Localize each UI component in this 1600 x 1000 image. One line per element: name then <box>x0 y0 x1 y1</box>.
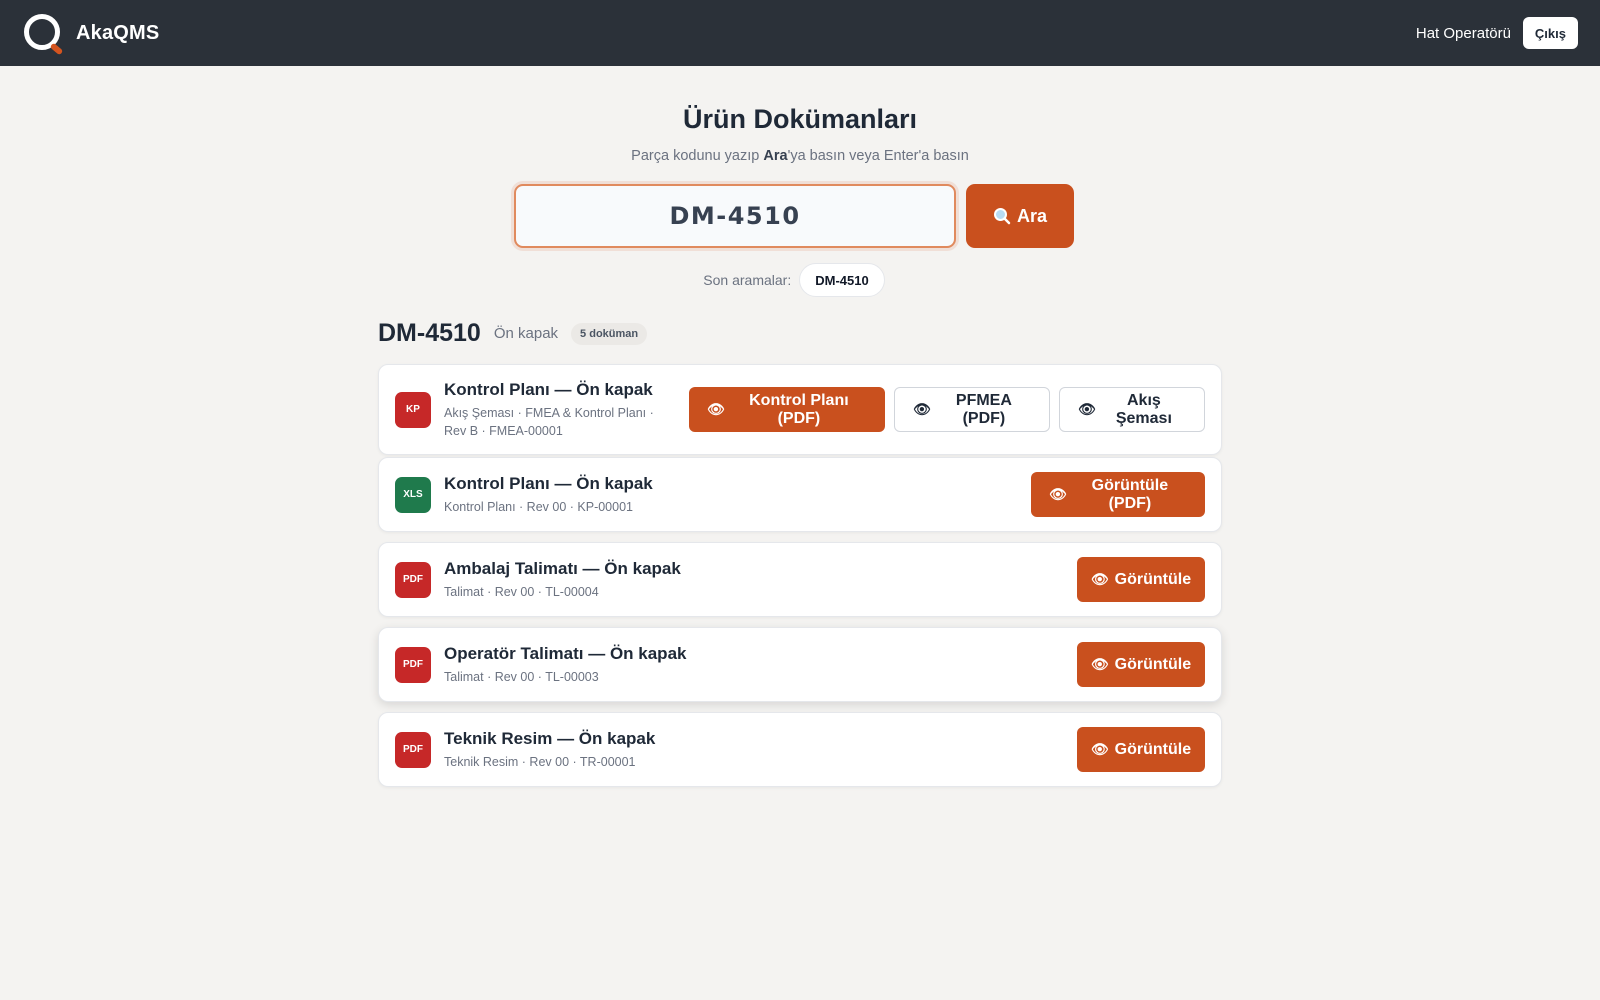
document-count-badge: 5 doküman <box>571 322 648 345</box>
logo-icon <box>24 14 64 56</box>
document-card: PDF Operatör Talimatı — Ön kapak Talimat… <box>378 627 1222 702</box>
doc-info: Kontrol Planı — Ön kapak Kontrol Planı ·… <box>444 474 1031 516</box>
view-control-plan-pdf-button[interactable]: 👁 Kontrol Planı (PDF) <box>689 387 885 432</box>
eye-icon: 👁 <box>1090 571 1109 587</box>
document-card: PDF Ambalaj Talimatı — Ön kapak Talimat … <box>378 542 1222 617</box>
recent-searches-label: Son aramalar: <box>703 272 792 288</box>
search-icon <box>993 208 1011 225</box>
button-label: Görüntüle (PDF) <box>1091 476 1169 512</box>
doc-meta: Talimat · Rev 00 · TL-00004 <box>444 584 599 599</box>
doc-title: Kontrol Planı — Ön kapak <box>444 379 653 399</box>
subtitle-bold: Ara <box>763 148 788 164</box>
brand-name: AkaQMS <box>76 21 160 44</box>
doc-meta: Talimat · Rev 00 · TL-00003 <box>444 669 599 684</box>
doc-actions: 👁 Kontrol Planı (PDF) 👁 PFMEA (PDF) 👁 Akış … <box>689 387 1205 432</box>
search-button-label: Ara <box>1016 205 1047 226</box>
doc-type-badge: XLS <box>395 476 431 513</box>
user-area: Hat Operatörü Çıkış <box>1416 17 1578 49</box>
doc-title: Kontrol Planı — Ön kapak <box>444 473 653 493</box>
doc-info: Kontrol Planı — Ön kapak Akış Şeması · F… <box>444 380 676 440</box>
eye-icon: 👁 <box>913 401 931 417</box>
page-subtitle: Parça kodunu yazıp Ara'ya basın veya Ent… <box>378 148 1222 164</box>
button-label: Görüntüle <box>1114 655 1192 673</box>
result-part-code: DM-4510 <box>378 319 481 347</box>
document-card: XLS Kontrol Planı — Ön kapak Kontrol Pla… <box>378 457 1222 532</box>
part-code-input[interactable] <box>514 184 956 248</box>
doc-type-badge: PDF <box>395 646 431 683</box>
subtitle-post: 'ya basın veya Enter'a basın <box>787 148 969 164</box>
doc-info: Teknik Resim — Ön kapak Teknik Resim · R… <box>444 729 1077 771</box>
view-pfmea-pdf-button[interactable]: 👁 PFMEA (PDF) <box>894 387 1050 432</box>
view-flow-chart-button[interactable]: 👁 Akış Şeması <box>1059 387 1205 432</box>
document-list: KP Kontrol Planı — Ön kapak Akış Şeması … <box>378 364 1222 787</box>
doc-actions: 👁 Görüntüle (PDF) <box>1031 472 1205 517</box>
main-content: Ürün Dokümanları Parça kodunu yazıp Ara'… <box>378 66 1222 787</box>
doc-actions: 👁 Görüntüle <box>1077 557 1205 602</box>
doc-type-badge: KP <box>395 391 431 428</box>
logout-button[interactable]: Çıkış <box>1522 17 1578 49</box>
page-title: Ürün Dokümanları <box>682 104 918 134</box>
eye-icon: 👁 <box>1049 486 1067 502</box>
view-pdf-button[interactable]: 👁 Görüntüle (PDF) <box>1031 472 1205 517</box>
brand[interactable]: AkaQMS <box>24 14 160 56</box>
eye-icon: 👁 <box>707 401 725 417</box>
doc-type-badge: PDF <box>395 561 431 598</box>
button-label: Akış Şeması <box>1115 391 1172 427</box>
search-row: Ara <box>366 184 1222 248</box>
user-role: Hat Operatörü <box>1415 24 1511 42</box>
recent-search-chip[interactable]: DM-4510 <box>799 263 885 297</box>
doc-meta: Akış Şeması · FMEA & Kontrol Planı · Rev… <box>444 405 654 438</box>
doc-title: Teknik Resim — Ön kapak <box>444 728 656 748</box>
doc-actions: 👁 Görüntüle <box>1077 727 1205 772</box>
recent-searches: Son aramalar: DM-4510 <box>366 263 1222 297</box>
view-button[interactable]: 👁 Görüntüle <box>1077 727 1205 772</box>
doc-meta: Teknik Resim · Rev 00 · TR-00001 <box>444 754 636 769</box>
document-card: KP Kontrol Planı — Ön kapak Akış Şeması … <box>378 364 1222 455</box>
doc-actions: 👁 Görüntüle <box>1077 642 1205 687</box>
button-label: PFMEA (PDF) <box>955 391 1012 427</box>
doc-title: Operatör Talimatı — Ön kapak <box>444 643 687 663</box>
eye-icon: 👁 <box>1078 401 1096 417</box>
doc-type-badge: PDF <box>395 731 431 768</box>
doc-meta: Kontrol Planı · Rev 00 · KP-00001 <box>444 499 633 514</box>
button-label: Görüntüle <box>1114 570 1192 588</box>
doc-info: Ambalaj Talimatı — Ön kapak Talimat · Re… <box>444 559 1077 601</box>
eye-icon: 👁 <box>1090 741 1109 757</box>
doc-title: Ambalaj Talimatı — Ön kapak <box>444 558 681 578</box>
search-button[interactable]: Ara <box>966 184 1074 248</box>
button-label: Kontrol Planı (PDF) <box>749 391 849 427</box>
document-card: PDF Teknik Resim — Ön kapak Teknik Resim… <box>378 712 1222 787</box>
eye-icon: 👁 <box>1090 656 1109 672</box>
top-bar: AkaQMS Hat Operatörü Çıkış <box>0 0 1600 66</box>
result-header: DM-4510 Ön kapak 5 doküman <box>378 319 1222 348</box>
view-button[interactable]: 👁 Görüntüle <box>1077 642 1205 687</box>
view-button[interactable]: 👁 Görüntüle <box>1077 557 1205 602</box>
result-part-name: Ön kapak <box>493 325 559 342</box>
button-label: Görüntüle <box>1114 740 1192 758</box>
subtitle-pre: Parça kodunu yazıp <box>631 148 764 164</box>
doc-info: Operatör Talimatı — Ön kapak Talimat · R… <box>444 644 1077 686</box>
